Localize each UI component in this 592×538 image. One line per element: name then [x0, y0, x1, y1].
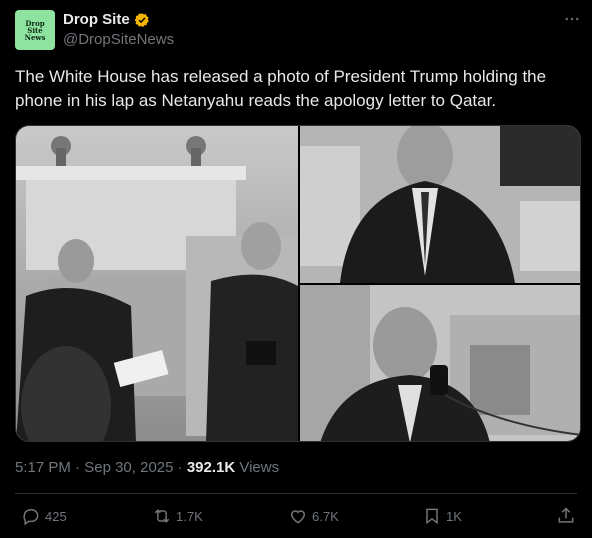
author-avatar[interactable]: Drop Site News: [15, 10, 55, 50]
heart-icon: [290, 510, 306, 524]
avatar-text-3: News: [24, 32, 46, 42]
author-handle[interactable]: @DropSiteNews: [63, 31, 174, 48]
bookmark-button[interactable]: 1K: [422, 506, 462, 526]
action-bar: 425 1.7K 6.7K 1K: [0, 506, 592, 532]
share-button[interactable]: [556, 506, 576, 526]
views-count: 392.1K: [186, 459, 236, 476]
views-label: Views: [235, 459, 280, 476]
media-grid: [15, 125, 581, 442]
author-name[interactable]: Drop Site: [63, 11, 130, 28]
tweet-date[interactable]: Sep 30, 2025: [84, 459, 173, 476]
repost-count: 1.7K: [176, 508, 203, 524]
photo-1[interactable]: [16, 126, 298, 441]
bookmark-icon: [426, 508, 438, 525]
tweet-meta: 5:17 PM · Sep 30, 2025 · 392.1K Views: [15, 459, 279, 476]
author-name-row: Drop Site: [63, 11, 150, 28]
like-count: 6.7K: [312, 508, 339, 524]
tweet-card: Drop Site News Drop Site @DropSiteNews T…: [0, 0, 592, 538]
bookmark-count: 1K: [446, 508, 462, 524]
reply-count: 425: [45, 508, 67, 524]
repost-button[interactable]: 1.7K: [152, 506, 203, 526]
photo-2[interactable]: [300, 126, 580, 283]
verified-badge-icon: [134, 12, 149, 27]
meta-separator: ·: [173, 459, 187, 476]
like-button[interactable]: 6.7K: [288, 506, 339, 526]
reply-icon: [23, 509, 39, 526]
meta-separator: ·: [70, 459, 85, 476]
repost-icon: [154, 509, 170, 523]
reply-button[interactable]: 425: [21, 506, 67, 526]
photo-3[interactable]: [300, 285, 580, 441]
more-horizontal-icon[interactable]: [563, 10, 581, 28]
tweet-time[interactable]: 5:17 PM: [15, 459, 71, 476]
share-icon: [558, 507, 574, 523]
divider: [15, 493, 577, 494]
tweet-text: The White House has released a photo of …: [15, 67, 547, 110]
